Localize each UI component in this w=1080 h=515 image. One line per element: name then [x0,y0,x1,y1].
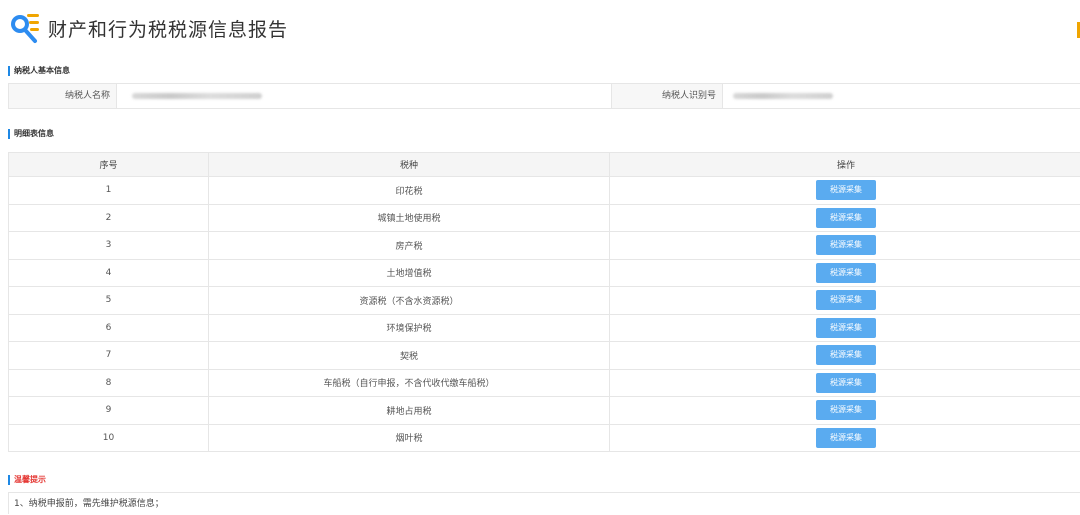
table-row: 8 车船税（自行申报，不含代收代缴车船税） 税源采集 [8,368,1080,397]
table-row: 3 房产税 税源采集 [8,231,1080,260]
row-tax-type: 资源税（不含水资源税） [208,286,610,315]
row-action: 税源采集 [609,341,1080,370]
row-action: 税源采集 [609,313,1080,342]
table-header-row: 序号 税种 操作 [8,152,1080,177]
row-tax-type: 土地增值税 [208,258,610,287]
collect-source-button[interactable]: 税源采集 [816,345,876,366]
row-tax-type: 房产税 [208,231,610,260]
detail-table: 序号 税种 操作 1 印花税 税源采集 2 城镇土地使用税 税源采集 3 房产税 税源采集 4 土地… [8,152,1080,452]
row-number: 1 [8,176,209,205]
taxpayer-id-value [722,84,1080,108]
row-number: 4 [8,258,209,287]
row-number: 5 [8,286,209,315]
taxpayer-section-title: 纳税人基本信息 [8,66,70,76]
row-number: 8 [8,368,209,397]
tips-section-title: 温馨提示 [8,475,46,485]
table-row: 9 耕地占用税 税源采集 [8,396,1080,425]
row-number: 9 [8,396,209,425]
row-action: 税源采集 [609,396,1080,425]
page-title: 财产和行为税税源信息报告 [48,18,289,41]
row-action: 税源采集 [609,368,1080,397]
row-action: 税源采集 [609,423,1080,452]
row-tax-type: 耕地占用税 [208,396,610,425]
row-number: 6 [8,313,209,342]
column-header-tax: 税种 [208,152,610,177]
table-row: 4 土地增值税 税源采集 [8,258,1080,287]
row-action: 税源采集 [609,286,1080,315]
row-number: 3 [8,231,209,260]
collect-source-button[interactable]: 税源采集 [816,262,876,283]
row-tax-type: 契税 [208,341,610,370]
collect-source-button[interactable]: 税源采集 [816,427,876,448]
taxpayer-id-label: 纳税人识别号 [612,84,722,108]
redacted-id [733,93,833,99]
row-number: 7 [8,341,209,370]
table-row: 5 资源税（不含水资源税） 税源采集 [8,286,1080,315]
column-header-no: 序号 [8,152,209,177]
row-action: 税源采集 [609,203,1080,232]
taxpayer-info-row: 纳税人名称 纳税人识别号 [8,83,1080,109]
column-header-action: 操作 [609,152,1080,177]
collect-source-button[interactable]: 税源采集 [816,235,876,256]
row-tax-type: 环境保护税 [208,313,610,342]
row-number: 2 [8,203,209,232]
detail-section-title: 明细表信息 [8,129,54,139]
row-tax-type: 印花税 [208,176,610,205]
row-number: 10 [8,423,209,452]
row-action: 税源采集 [609,176,1080,205]
collect-source-button[interactable]: 税源采集 [816,400,876,421]
table-row: 7 契税 税源采集 [8,341,1080,370]
table-row: 10 烟叶税 税源采集 [8,423,1080,452]
page-header: 财产和行为税税源信息报告 [8,10,288,46]
row-tax-type: 城镇土地使用税 [208,203,610,232]
table-row: 1 印花税 税源采集 [8,176,1080,205]
taxpayer-name-value [116,84,612,108]
collect-source-button[interactable]: 税源采集 [816,290,876,311]
redacted-name [132,93,262,99]
collect-source-button[interactable]: 税源采集 [816,317,876,338]
taxpayer-name-label: 纳税人名称 [9,84,116,108]
row-tax-type: 烟叶税 [208,423,610,452]
row-action: 税源采集 [609,231,1080,260]
table-row: 6 环境保护税 税源采集 [8,313,1080,342]
collect-source-button[interactable]: 税源采集 [816,372,876,393]
collect-source-button[interactable]: 税源采集 [816,207,876,228]
row-tax-type: 车船税（自行申报，不含代收代缴车船税） [208,368,610,397]
tip-item: 1、纳税申报前，需先维护税源信息； [8,492,1080,514]
table-row: 2 城镇土地使用税 税源采集 [8,203,1080,232]
collect-source-button[interactable]: 税源采集 [816,180,876,201]
row-action: 税源采集 [609,258,1080,287]
search-list-icon [8,11,42,45]
